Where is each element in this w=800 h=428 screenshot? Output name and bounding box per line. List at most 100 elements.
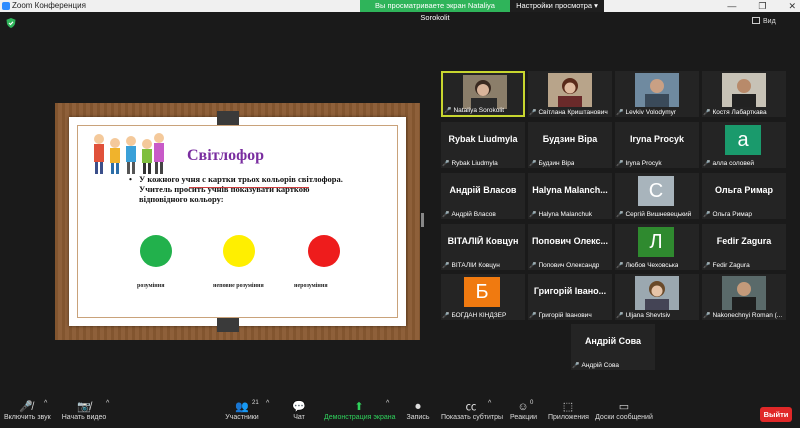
mic-muted-icon: 🎤 [442, 161, 450, 167]
cc-icon: ㏄ [465, 401, 477, 413]
participant-name: Світлана Криштанович [538, 109, 608, 116]
mic-muted-icon: 🎤 [616, 263, 624, 269]
participant-name-label: 🎤 Halyna Malanchuk [529, 211, 592, 218]
captions-button[interactable]: ㏄ Показать субтитры [441, 400, 504, 421]
participant-name: ВІТАЛІЙ Ковцун [451, 262, 500, 269]
view-button[interactable]: Вид [752, 16, 798, 28]
label-understanding: розуміння [137, 283, 165, 289]
participant-tile[interactable]: а 🎤 алла соловей [702, 122, 786, 168]
participant-avatar: С [638, 176, 674, 206]
view-settings-label: Настройки просмотра [516, 1, 593, 10]
bullet-icon: • [129, 174, 132, 184]
participant-name: Iryna Procyk [625, 160, 662, 167]
apps-icon: ⬚ [562, 401, 574, 413]
participant-tile[interactable]: Fedir Zagura 🎤 Fedir Zagura [702, 224, 786, 270]
slide-text-body: У кожного учня с картки трьох кольорів с… [139, 174, 343, 204]
participant-tile[interactable]: Будзин Віра 🎤 Будзин Віра [528, 122, 612, 168]
slide-page: Світлофор • У кожного учня с картки трьо… [69, 111, 406, 332]
participant-name-label: 🎤 Андрій Власов [442, 211, 496, 218]
minimize-icon[interactable]: — [727, 0, 736, 12]
share-screen-button[interactable]: ⬆ Демонстрация экрана [324, 400, 396, 421]
mic-muted-icon: 🎤 [616, 313, 624, 319]
chat-icon: 💬 [292, 401, 306, 413]
whiteboards-button[interactable]: ▭ Доски сообщений [594, 400, 654, 421]
leave-button[interactable]: Выйти [760, 407, 792, 422]
participant-name-label: 🎤 Fedir Zagura [703, 262, 750, 269]
participant-name-label: 🎤 Світлана Криштанович [529, 109, 608, 116]
participant-tile[interactable]: Андрій Власов 🎤 Андрій Власов [441, 173, 525, 219]
reactions-count: 0 [530, 400, 534, 406]
participant-name-label: 🎤 Iryna Procyk [616, 160, 662, 167]
participant-tile[interactable]: Rybak Liudmyla 🎤 Rybak Liudmyla [441, 122, 525, 168]
participant-tile[interactable]: Iryna Procyk 🎤 Iryna Procyk [615, 122, 699, 168]
participant-tile[interactable]: 🎤 Костя Лабарткава [702, 71, 786, 117]
participant-avatar: Л [638, 227, 674, 257]
apps-label: Приложения [548, 414, 589, 421]
participant-tile[interactable]: Л 🎤 Любов Чеховська [615, 224, 699, 270]
slide-title: Світлофор [187, 147, 265, 164]
mic-muted-icon: 🎤 [444, 108, 452, 114]
participant-name: БОГДАН КІНДЗЕР [451, 312, 507, 319]
split-resize-handle[interactable] [421, 213, 424, 227]
participant-display-name: Rybak Liudmyla [448, 134, 518, 144]
mute-button[interactable]: 🎤̸ Включить звук [4, 400, 51, 421]
participant-tile[interactable]: Григорій Івано... 🎤 Григорій Іванович [528, 274, 612, 320]
participant-tile[interactable]: ВІТАЛІЙ Ковцун 🎤 ВІТАЛІЙ Ковцун [441, 224, 525, 270]
window-controls: — ❐ ✕ [727, 0, 796, 12]
participant-name: Halyna Malanchuk [538, 211, 592, 218]
clip-bottom [217, 318, 239, 332]
start-video-button[interactable]: 📷̸ Начать видео [60, 400, 108, 421]
participant-name: Rybak Liudmyla [451, 160, 498, 167]
participant-tile[interactable]: 🎤 Levkiv Volodymyr [615, 71, 699, 117]
participant-tile[interactable]: Б 🎤 БОГДАН КІНДЗЕР [441, 274, 525, 320]
captions-label: Показать субтитры [441, 414, 504, 421]
share-caret-icon[interactable]: ^ [386, 400, 389, 407]
security-shield-icon[interactable] [6, 18, 16, 28]
video-options-caret-icon[interactable]: ^ [106, 400, 109, 407]
mic-muted-icon: 🎤 [616, 110, 624, 116]
participants-label: Участники [225, 414, 259, 421]
participant-name: Григорій Іванович [538, 312, 592, 319]
participant-photo [635, 73, 679, 107]
participant-tile[interactable]: 🎤 Uljana Shevtsiv [615, 274, 699, 320]
close-icon[interactable]: ✕ [788, 0, 796, 12]
view-settings-button[interactable]: Настройки просмотра ▾ [510, 0, 604, 12]
participant-name-label: 🎤 Uljana Shevtsiv [616, 312, 670, 319]
participant-name-label: 🎤 ВІТАЛІЙ Ковцун [442, 262, 500, 269]
chevron-down-icon: ▾ [594, 1, 598, 10]
chat-button[interactable]: 💬 Чат [288, 400, 310, 421]
maximize-icon[interactable]: ❐ [758, 0, 766, 12]
participant-tile[interactable]: Halyna Malanch... 🎤 Halyna Malanchuk [528, 173, 612, 219]
participant-tile[interactable]: 🎤 Nakonechnyi Roman (... [702, 274, 786, 320]
app-title: Zoom Конференция [12, 1, 86, 10]
mic-muted-icon: 🎤 [529, 161, 537, 167]
participants-caret-icon[interactable]: ^ [266, 400, 269, 407]
participant-tile[interactable]: Ольга Римар 🎤 Ольга Римар [702, 173, 786, 219]
label-partial-understanding: неповне розуміння [213, 283, 264, 289]
participant-name-label: 🎤 Попович Олександр [529, 262, 599, 269]
participant-display-name: Андрій Власов [449, 185, 517, 195]
red-circle [308, 235, 340, 267]
participant-avatar: а [725, 125, 761, 155]
participant-photo [722, 73, 766, 107]
participant-tile[interactable]: Андрій Сова 🎤 Андрій Сова [571, 324, 655, 370]
participant-name: Попович Олександр [538, 262, 600, 269]
view-label: Вид [763, 18, 776, 25]
captions-caret-icon[interactable]: ^ [488, 400, 491, 407]
mic-muted-icon: 🎤 [572, 363, 580, 369]
chat-label: Чат [293, 414, 305, 421]
yellow-circle [223, 235, 255, 267]
mic-muted-icon: 🎤 [529, 263, 537, 269]
audio-options-caret-icon[interactable]: ^ [44, 400, 47, 407]
record-button[interactable]: ⏺ Запись [404, 400, 432, 421]
participant-tile[interactable]: 🎤 Світлана Криштанович [528, 71, 612, 117]
apps-button[interactable]: ⬚ Приложения [548, 400, 589, 421]
participant-tile[interactable]: Попович Олекс... 🎤 Попович Олександр [528, 224, 612, 270]
participant-tile[interactable]: С 🎤 Сергій Вишневецький [615, 173, 699, 219]
slide-text: • У кожного учня с картки трьох кольорів… [129, 174, 349, 204]
participant-name: Любов Чеховська [625, 262, 679, 269]
mic-muted-icon: 🎤 [529, 212, 537, 218]
label-no-understanding: нерозуміння [294, 283, 328, 289]
participant-tile[interactable]: 🎤 Nataliya Sorokolit [441, 71, 525, 117]
participant-name-label: 🎤 БОГДАН КІНДЗЕР [442, 312, 506, 319]
